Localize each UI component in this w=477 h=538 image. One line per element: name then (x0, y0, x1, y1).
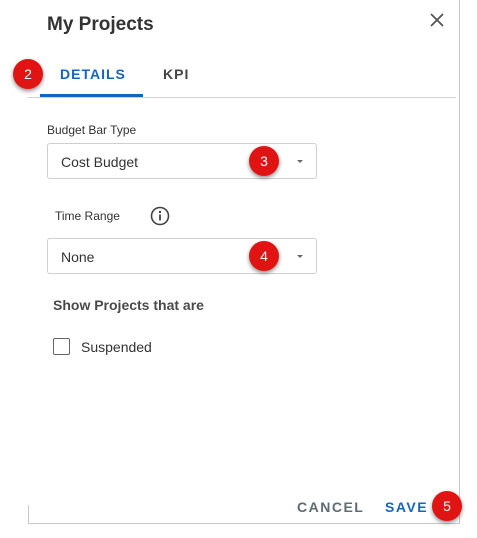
tab-details[interactable]: DETAILS (60, 66, 126, 82)
tabs-divider (28, 97, 456, 98)
dialog-border (28, 505, 29, 524)
tab-kpi[interactable]: KPI (163, 66, 189, 82)
chevron-down-icon (297, 255, 303, 258)
suspended-checkbox[interactable] (53, 338, 70, 355)
save-button[interactable]: SAVE (385, 499, 428, 515)
time-range-value: None (61, 249, 95, 265)
step-marker-3: 3 (249, 146, 279, 176)
step-marker-4: 4 (249, 241, 279, 271)
close-icon[interactable] (427, 10, 447, 30)
budget-bar-type-label: Budget Bar Type (47, 123, 137, 137)
step-marker-2: 2 (13, 59, 43, 89)
step-marker-5: 5 (432, 491, 462, 521)
dialog-title: My Projects (47, 14, 154, 35)
info-icon[interactable] (150, 206, 170, 226)
time-range-label: Time Range (55, 209, 120, 223)
cancel-button[interactable]: CANCEL (297, 499, 364, 515)
suspended-label[interactable]: Suspended (81, 339, 152, 355)
budget-bar-type-value: Cost Budget (61, 154, 139, 170)
chevron-down-icon (297, 160, 303, 163)
show-projects-heading: Show Projects that are (53, 297, 204, 313)
